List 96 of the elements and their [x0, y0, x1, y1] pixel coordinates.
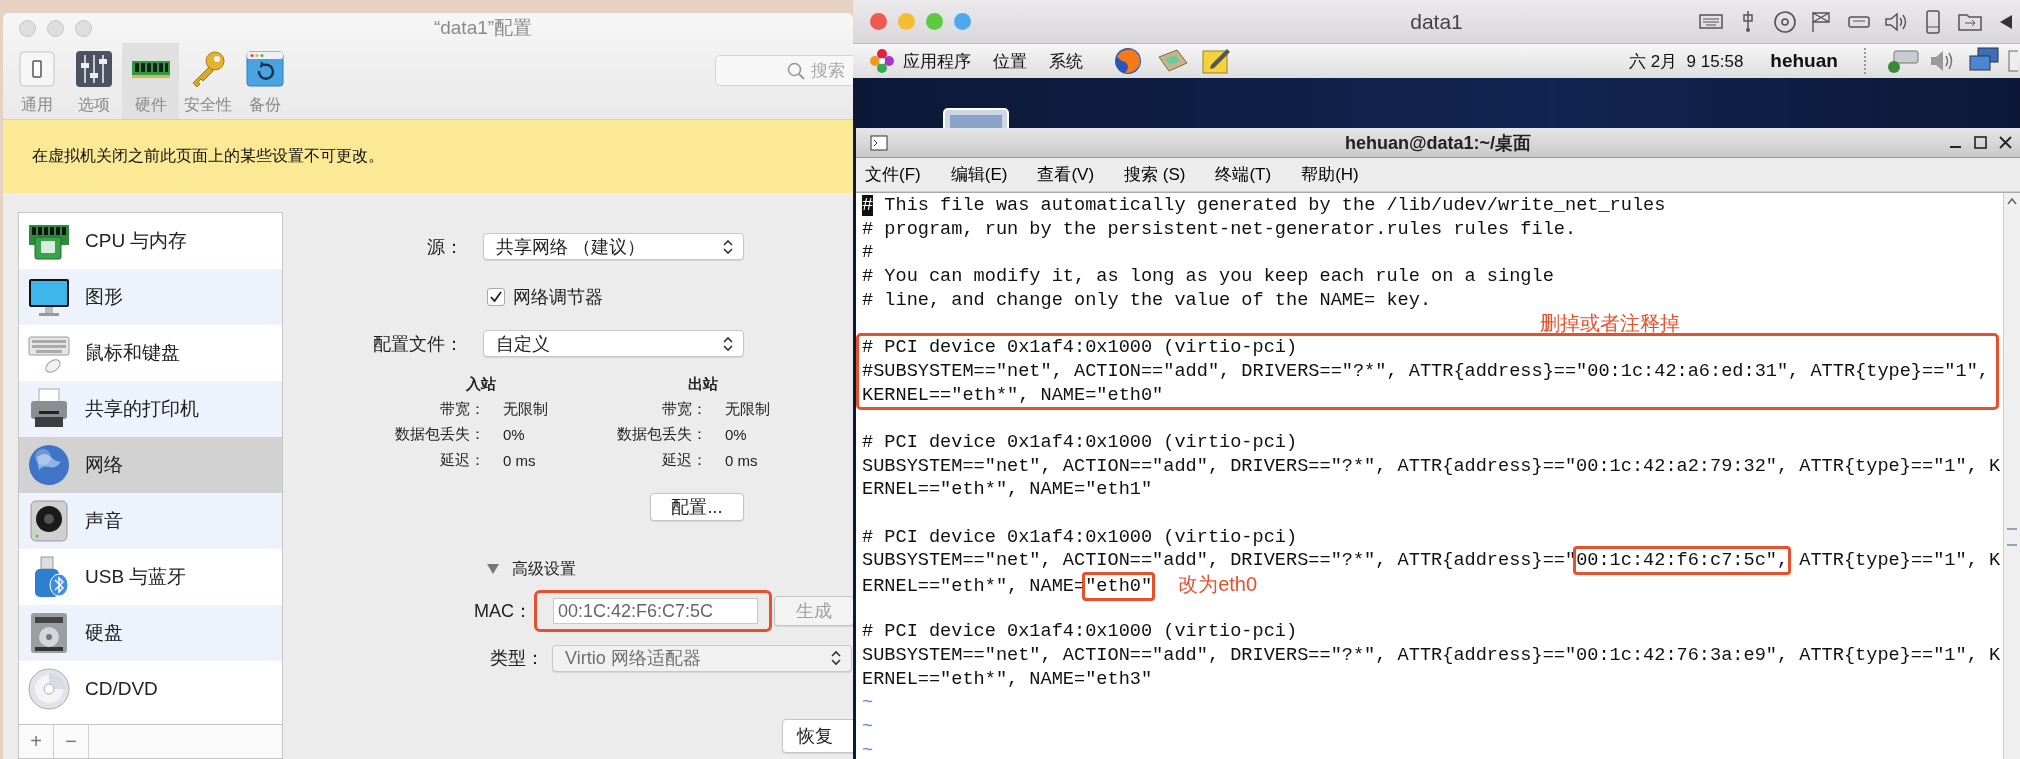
restore-button[interactable]: 恢复 [782, 719, 853, 753]
stat-value: 无限制 [725, 399, 770, 417]
stat-label: 带宽： [662, 399, 707, 417]
search-icon [787, 62, 805, 80]
stepper-arrows-icon [831, 650, 841, 666]
maximize-icon[interactable] [1974, 136, 1987, 149]
speaker-icon [27, 499, 71, 543]
stepper-arrows-icon [723, 335, 733, 352]
code-line: # PCI device 0x1af4:0x1000 (virtio-pci) [862, 526, 1298, 548]
annotation-text: 删掉或者注释掉 [1540, 312, 1680, 335]
window-title: “data1”配置 [433, 17, 533, 38]
profile-select[interactable]: 自定义 [483, 330, 744, 357]
scroll-thumb[interactable] [2007, 528, 2017, 546]
stat-label: 延迟： [440, 450, 485, 468]
code-line: # PCI device 0x1af4:0x1000 (virtio-pci) [862, 621, 1298, 643]
code-line: SUBSYSTEM=="net", ACTION=="add", DRIVERS=="?*", ATTR{address}=="00:1c:42:76:3a:e9", ATTR{type}=="1", K [862, 645, 2001, 667]
empty-line-marker: ~ [862, 739, 874, 759]
code-line: SUBSYSTEM=="net", ACTION=="add", DRIVERS=="?*", ATTR{address}=="00:1c:42:a2:79:32", ATTR{type}=="1", K [862, 455, 2001, 477]
text-cursor: # [862, 195, 874, 216]
scrollbar[interactable] [2003, 193, 2020, 759]
empty-line-marker: ~ [862, 692, 874, 714]
code-line: # line, and change only the value of the NAME= key. [862, 289, 1432, 311]
empty-line-marker: ~ [862, 716, 874, 738]
terminal-icon [870, 134, 888, 151]
sidebar-item[interactable]: 图形 [19, 269, 282, 325]
close-icon[interactable] [1999, 136, 2012, 149]
disc-icon[interactable] [1772, 8, 1798, 35]
checkbox[interactable] [487, 288, 505, 306]
stat-label: 数据包丢失： [617, 425, 707, 443]
code-line: # program, run by the persistent-net-generator.rules rules file. [862, 218, 1577, 240]
computer-icon[interactable] [943, 108, 1009, 128]
code-line: ERNEL=="eth*", NAME="eth3" [862, 668, 1153, 690]
field-label: 配置文件： [372, 332, 463, 356]
menu-item[interactable]: 帮助(H) [1301, 163, 1359, 186]
section-label: 高级设置 [512, 558, 576, 579]
switch-icon [16, 49, 57, 89]
sliders-icon [73, 49, 114, 89]
code-line: This file was automatically generated by the /lib/udev/write_net_rules [883, 195, 1666, 216]
notepad-icon[interactable] [1201, 47, 1231, 75]
code-line: #SUBSYSTEM=="net", ACTION=="add", DRIVERS=="?*", ATTR{address}=="00:1c:42:a6:ed:31", ATTR{type}=="1", [862, 360, 1989, 382]
stat-value: 0% [503, 426, 525, 444]
notice-text: 在虚拟机关闭之前此页面上的某些设置不可更改。 [32, 146, 384, 166]
stat-value: 0 ms [725, 451, 758, 469]
menu-item[interactable]: 搜索 (S) [1124, 163, 1186, 186]
stat-value: 无限制 [503, 399, 548, 417]
source-select[interactable]: 共享网络 （建议） [483, 233, 744, 260]
menu-item[interactable]: 查看(V) [1037, 163, 1095, 186]
stat-label: 延迟： [662, 450, 707, 468]
annotation-text: 改为eth0 [1178, 573, 1258, 595]
disc-icon [27, 667, 71, 711]
boxed-text: 00:1c:42:f6:c7:5c", [1573, 546, 1792, 576]
field-label: 类型： [489, 647, 544, 670]
menu-item[interactable]: 终端(T) [1215, 163, 1272, 186]
code-line: # PCI device 0x1af4:0x1000 (virtio-pci) [862, 337, 1298, 359]
mac-field[interactable]: 00:1C:42:F6:C7:5C [553, 598, 758, 624]
sidebar-item[interactable]: 共享的打印机 [19, 381, 282, 437]
code-line: KERNEL=="eth*", NAME="eth0" [862, 384, 1164, 406]
stepper-arrows-icon [723, 238, 733, 255]
field-label: MAC： [473, 600, 532, 623]
search-field[interactable]: 搜索 [715, 55, 853, 86]
clock-text: 六 2月 9 15:58 [1629, 50, 1744, 73]
code-line: # [862, 242, 874, 264]
code-line: # You can modify it, as long as you keep each rule on a single [862, 266, 1554, 288]
code-line: # PCI device 0x1af4:0x1000 (virtio-pci) [862, 431, 1298, 453]
panel-menu[interactable]: 应用程序 [903, 49, 971, 73]
flower-logo-icon[interactable] [869, 48, 895, 74]
stat-label: 带宽： [440, 399, 485, 417]
panel-menu[interactable]: 位置 [993, 49, 1027, 73]
configure-button[interactable]: 配置... [650, 493, 744, 521]
stat-value: 0% [725, 426, 747, 444]
user-name: hehuan [1770, 50, 1838, 72]
close-button[interactable] [870, 13, 887, 30]
remove-button[interactable]: − [54, 725, 89, 758]
add-button[interactable]: + [19, 725, 54, 758]
globe-icon [27, 443, 71, 487]
stat-value: 0 ms [503, 451, 536, 469]
window-title: hehuan@data1:~/桌面 [1344, 131, 1532, 155]
code-text: ATTR{type}=="1", K [1798, 550, 2001, 572]
sidebar-item[interactable]: 声音 [19, 493, 282, 549]
menu-item[interactable]: 文件(F) [865, 163, 921, 186]
stat-label: 数据包丢失： [395, 425, 485, 443]
boxed-text: "eth0" [1082, 572, 1156, 601]
sidebar-item[interactable]: 硬盘 [19, 605, 282, 661]
checkbox-label: 网络调节器 [513, 286, 603, 309]
panel-menu[interactable]: 系统 [1049, 49, 1083, 73]
fullscreen-button[interactable] [954, 13, 971, 30]
column-heading: 入站 [466, 374, 496, 392]
disclosure-triangle-icon[interactable] [487, 563, 499, 575]
column-heading: 出站 [688, 374, 718, 392]
browser-globe-icon[interactable] [1113, 46, 1143, 76]
window-title: data1 [1410, 9, 1463, 34]
menu-item[interactable]: 编辑(E) [950, 163, 1008, 186]
network-icon[interactable] [1885, 47, 1920, 75]
code-line: ERNEL=="eth*", NAME="eth1" [862, 479, 1153, 501]
sidebar-item[interactable]: 网络 [19, 437, 282, 493]
field-label: 源： [426, 235, 463, 259]
